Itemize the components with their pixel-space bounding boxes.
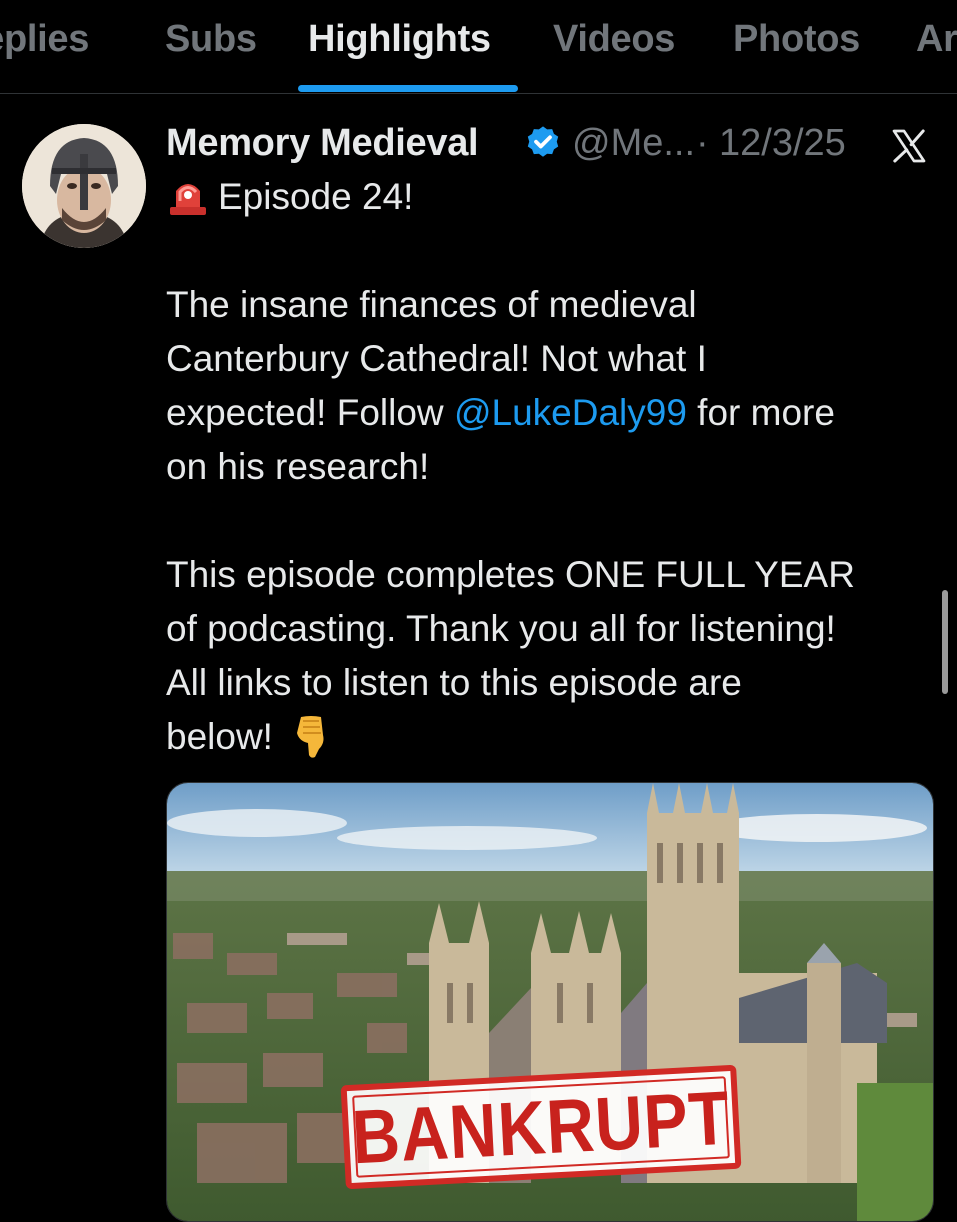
post-date[interactable]: 12/3/25: [719, 122, 846, 165]
verified-badge-icon: [527, 126, 559, 157]
paragraph1-line4: on his research!: [166, 446, 430, 487]
text-segment: below!: [166, 716, 273, 757]
avatar-image: [22, 124, 146, 248]
mention-link[interactable]: @LukeDaly99: [454, 392, 687, 433]
post-media-image[interactable]: BANKRUPT: [166, 782, 934, 1222]
author-name[interactable]: Memory Medieval: [166, 122, 479, 165]
tab-videos[interactable]: Videos: [553, 18, 675, 61]
tab-subs[interactable]: Subs: [165, 18, 257, 61]
author-handle[interactable]: @Me...: [572, 122, 695, 165]
paragraph2-line1: This episode completes ONE FULL YEAR: [166, 554, 855, 595]
stamp-text: BANKRUPT: [349, 1074, 733, 1180]
tab-replies[interactable]: Replies: [0, 18, 89, 61]
post-header: Memory Medieval @Me... · 12/3/25: [166, 118, 937, 170]
paragraph1-line1: The insane finances of medieval: [166, 284, 697, 325]
text-segment: for more: [686, 392, 835, 433]
header-separator: ·: [696, 122, 709, 164]
tab-highlights[interactable]: Highlights: [308, 18, 491, 61]
bankrupt-stamp: BANKRUPT: [340, 1064, 742, 1190]
episode-text: Episode 24!: [218, 176, 414, 217]
post-text: Episode 24! The insane finances of medie…: [166, 170, 941, 764]
scrollbar[interactable]: [942, 590, 948, 694]
pointing-down-hand-icon: [296, 716, 324, 758]
episode-line: Episode 24!: [166, 170, 941, 224]
text-segment: expected! Follow: [166, 392, 454, 433]
paragraph1-line2: Canterbury Cathedral! Not what I: [166, 338, 707, 379]
x-logo-icon: [892, 129, 926, 163]
paragraph2-line4: below!: [166, 710, 941, 764]
active-tab-indicator: [298, 85, 518, 92]
paragraph2-line3: All links to listen to this episode are: [166, 662, 742, 703]
paragraph1-line3: expected! Follow @LukeDaly99 for more: [166, 386, 941, 440]
avatar[interactable]: [22, 124, 146, 248]
tab-photos[interactable]: Photos: [733, 18, 860, 61]
paragraph2-line2: of podcasting. Thank you all for listeni…: [166, 608, 836, 649]
police-siren-icon: [170, 184, 206, 215]
tab-articles[interactable]: Articles: [916, 18, 957, 61]
profile-tab-bar: Replies Subs Highlights Videos Photos Ar…: [0, 0, 957, 94]
